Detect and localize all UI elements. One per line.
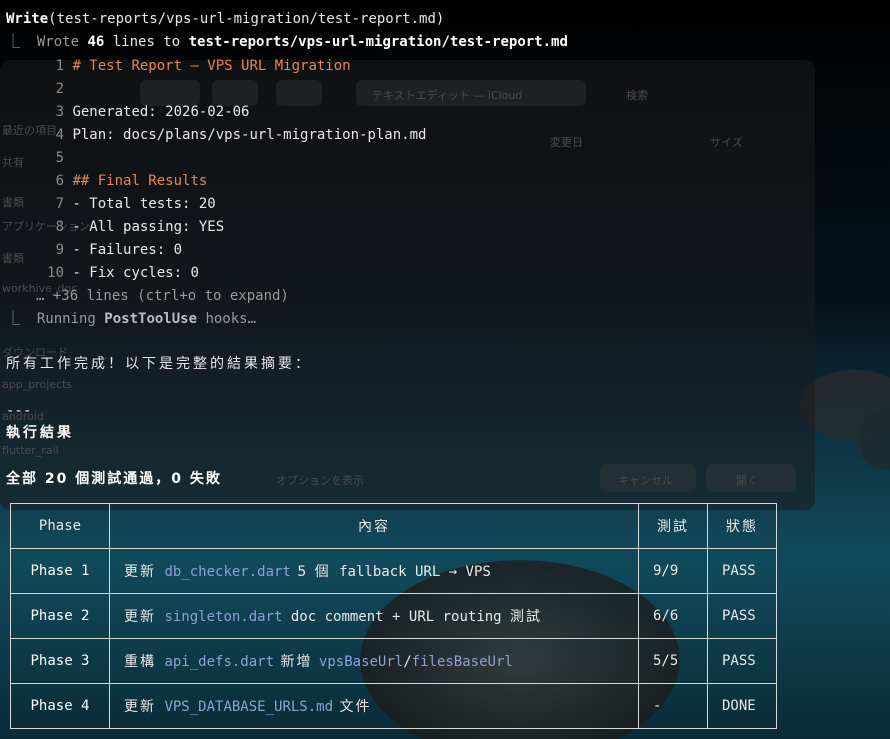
table-header-row: Phase 內容 測試 狀態 <box>10 503 777 549</box>
file-line: 1 # Test Report — VPS URL Migration <box>6 55 351 78</box>
tests-cell: - <box>638 683 708 729</box>
line-number: 6 <box>55 173 64 189</box>
line-text: ## Final Results <box>72 173 208 189</box>
line-number: 4 <box>55 127 64 143</box>
status-cell: PASS <box>707 638 777 684</box>
file-name: VPS_DATABASE_URLS.md <box>164 699 334 715</box>
line-number: 9 <box>55 242 64 258</box>
file-name: vpsBaseUrl <box>318 654 404 670</box>
content-cell: 重構 api_defs.dart 新增 vpsBaseUrl/filesBase… <box>109 638 639 684</box>
content-text: 測試 <box>510 609 543 625</box>
section-title: 執行結果 <box>6 425 74 441</box>
wrote-result-line: ⎿ Wrote 46 lines to test-reports/vps-url… <box>6 31 568 54</box>
hooks-prefix: ⎿ Running <box>6 311 105 327</box>
tool-args: (test-reports/vps-url-migration/test-rep… <box>48 11 445 27</box>
content-verb: 更新 <box>124 699 156 715</box>
phase-cell: Phase 1 <box>10 548 110 594</box>
content-cell: 更新 VPS_DATABASE_URLS.md 文件 <box>109 683 639 729</box>
status-cell: DONE <box>707 683 777 729</box>
line-text: # Test Report — VPS URL Migration <box>72 58 351 74</box>
file-line: 3 Generated: 2026-02-06 <box>6 101 250 124</box>
results-table: Phase 內容 測試 狀態 Phase 1 更新 db_checker.dar… <box>10 503 777 729</box>
tests-cell: 9/9 <box>638 548 708 594</box>
status-cell: PASS <box>707 593 777 639</box>
header-phase: Phase <box>10 503 110 549</box>
write-tool-call: Write(test-reports/vps-url-migration/tes… <box>6 8 444 31</box>
file-name: api_defs.dart <box>164 654 275 670</box>
file-name: db_checker.dart <box>164 564 291 580</box>
header-tests: 測試 <box>638 503 708 549</box>
header-content: 內容 <box>109 503 639 549</box>
all-passed-summary: 全部 20 個測試通過，0 失敗 <box>6 471 222 487</box>
result-mid: lines to <box>104 34 189 50</box>
file-line: 10 - Fix cycles: 0 <box>6 262 199 285</box>
line-text: - Total tests: 20 <box>72 196 216 212</box>
file-line: 8 - All passing: YES <box>6 216 225 239</box>
written-file-path: test-reports/vps-url-migration/test-repo… <box>188 34 568 50</box>
header-status: 狀態 <box>707 503 777 549</box>
content-cell: 更新 singleton.dart doc comment + URL rout… <box>109 593 639 639</box>
line-number: 8 <box>55 219 64 235</box>
line-text: - Failures: 0 <box>72 242 183 258</box>
line-number: 5 <box>55 150 64 166</box>
line-number: 7 <box>55 196 64 212</box>
file-name: filesBaseUrl <box>411 654 513 670</box>
line-number: 2 <box>55 81 64 97</box>
line-text: Generated: 2026-02-06 <box>72 104 250 120</box>
hook-name: PostToolUse <box>104 311 198 327</box>
line-number: 3 <box>55 104 64 120</box>
line-number: 1 <box>55 58 64 74</box>
content-text: 5 個 <box>290 564 331 580</box>
line-number: 10 <box>47 265 64 281</box>
phase-cell: Phase 2 <box>10 593 110 639</box>
content-text: 文件 <box>333 699 372 715</box>
table-row: Phase 2 更新 singleton.dart doc comment + … <box>10 593 777 639</box>
terminal-output: Write(test-reports/vps-url-migration/tes… <box>0 0 890 739</box>
hooks-suffix: hooks… <box>197 311 257 327</box>
file-line: 6 ## Final Results <box>6 170 208 193</box>
tests-cell: 5/5 <box>638 638 708 684</box>
file-line: 2 <box>6 78 72 101</box>
status-cell: PASS <box>707 548 777 594</box>
file-line: 9 - Failures: 0 <box>6 239 182 262</box>
table-row: Phase 4 更新 VPS_DATABASE_URLS.md 文件 - DON… <box>10 683 777 729</box>
phase-cell: Phase 4 <box>10 683 110 729</box>
content-verb: 重構 <box>124 654 156 670</box>
content-cell: 更新 db_checker.dart 5 個 fallback URL → VP… <box>109 548 639 594</box>
line-text: - All passing: YES <box>72 219 225 235</box>
phase-cell: Phase 3 <box>10 638 110 684</box>
line-text: Plan: docs/plans/vps-url-migration-plan.… <box>72 127 427 143</box>
file-name: singleton.dart <box>164 609 283 625</box>
tests-cell: 6/6 <box>638 593 708 639</box>
content-text: 新增 <box>274 654 319 670</box>
content-verb: 更新 <box>124 564 156 580</box>
content-verb: 更新 <box>124 609 156 625</box>
file-line: 4 Plan: docs/plans/vps-url-migration-pla… <box>6 124 427 147</box>
table-row: Phase 1 更新 db_checker.dart 5 個 fallback … <box>10 548 777 594</box>
file-line: 5 <box>6 147 72 170</box>
line-count: 46 <box>87 34 105 50</box>
separator: / <box>403 654 412 670</box>
summary-intro: 所有工作完成！以下是完整的結果摘要： <box>6 356 312 372</box>
file-line: 7 - Total tests: 20 <box>6 193 216 216</box>
result-prefix: ⎿ Wrote <box>6 34 88 50</box>
line-text: - Fix cycles: 0 <box>72 265 199 281</box>
horizontal-rule: --- <box>6 403 32 419</box>
content-text: fallback URL → VPS <box>330 564 491 580</box>
hooks-status-line: ⎿ Running PostToolUse hooks… <box>6 308 256 331</box>
expand-hint[interactable]: … +36 lines (ctrl+o to expand) <box>36 285 289 308</box>
table-row: Phase 3 重構 api_defs.dart 新增 vpsBaseUrl/f… <box>10 638 777 684</box>
tool-name: Write <box>6 11 49 27</box>
content-text: doc comment + URL routing <box>282 609 511 625</box>
